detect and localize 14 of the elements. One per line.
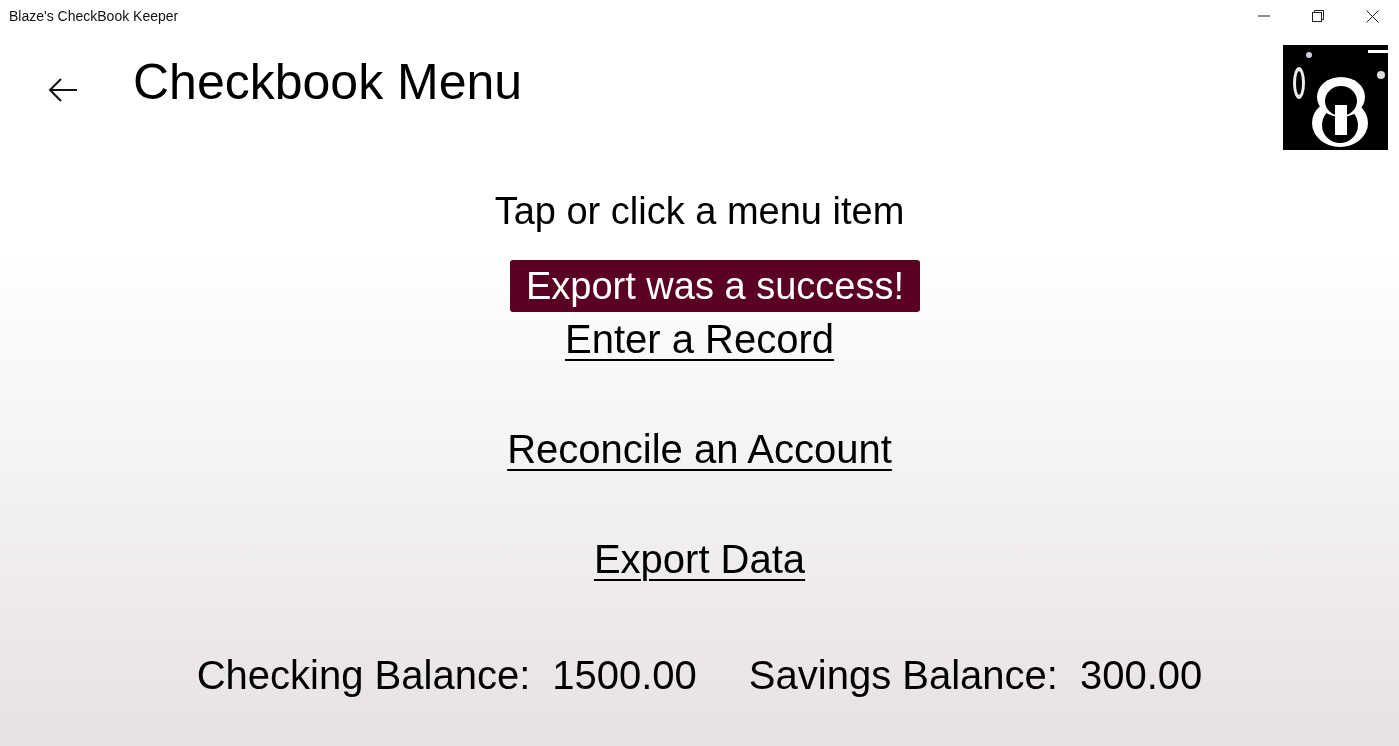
balance-value: 1500.00 [552,652,697,699]
page-title: Checkbook Menu [133,53,523,112]
instruction-text: Tap or click a menu item [494,189,905,234]
window-title: Blaze's CheckBook Keeper [9,6,179,26]
restore-icon[interactable] [1312,10,1324,22]
menu-link[interactable]: Enter a Record [565,314,834,364]
menu-link[interactable]: Reconcile an Account [507,424,892,474]
menu-link[interactable]: Export Data [593,534,806,584]
back-arrow-icon[interactable] [48,78,78,102]
balance-label: Savings Balance: [748,652,1058,699]
toast-message: Export was a success! [525,264,904,309]
close-icon[interactable] [1365,9,1379,23]
balance-label: Checking Balance: [196,652,531,699]
balance-value: 300.00 [1079,652,1203,699]
